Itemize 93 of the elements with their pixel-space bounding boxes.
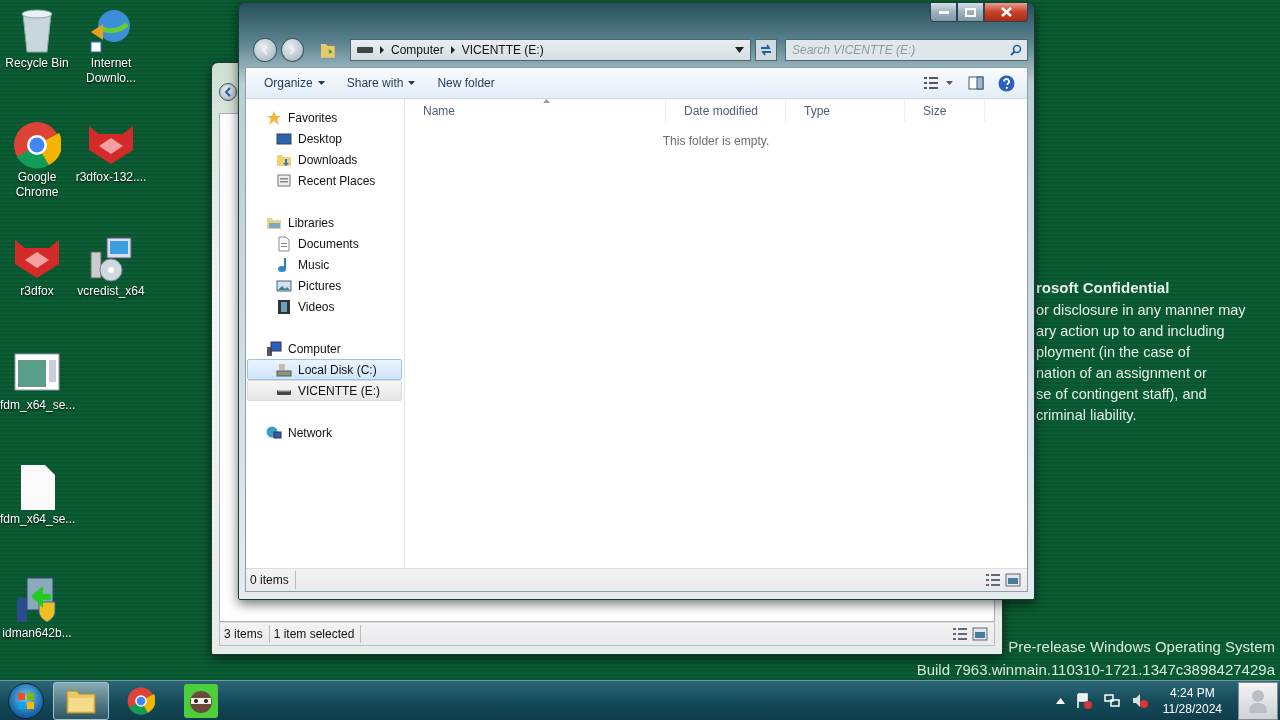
search-field[interactable]: Search VICENTTE (E:) (785, 39, 1028, 61)
command-button[interactable]: Organize (256, 72, 333, 94)
notice-line: or disclosure in any manner may (1036, 301, 1246, 320)
minimize-button[interactable] (930, 3, 957, 22)
chevron-icon (449, 46, 456, 54)
nav-item[interactable]: VICENTTE (E:) (247, 380, 402, 401)
desktop-shortcut[interactable]: r3dfox (0, 234, 74, 348)
nav-item[interactable]: Pictures (247, 275, 402, 296)
details-view-icon (985, 573, 1001, 587)
desktop-shortcut[interactable]: r3dfox-132.... (74, 120, 148, 234)
nav-item[interactable]: Computer (247, 338, 402, 359)
help-icon[interactable] (998, 74, 1015, 92)
command-button[interactable]: New folder (429, 72, 503, 94)
windows-logo-icon (17, 692, 35, 710)
drive-icon (277, 390, 291, 395)
notice-line: criminal liability. (1036, 406, 1138, 425)
back-button[interactable] (219, 83, 237, 101)
nav-item[interactable]: Recent Places (247, 170, 402, 191)
refresh-button[interactable] (755, 39, 777, 61)
thumbnail-view-icon (972, 627, 988, 641)
status-text: 3 items (220, 625, 270, 643)
start-button[interactable] (8, 683, 44, 719)
back-button[interactable] (253, 38, 277, 62)
desktop-shortcut[interactable]: idman642b... (0, 576, 74, 680)
raccoon-icon (184, 684, 218, 718)
close-button[interactable] (984, 3, 1028, 22)
nav-item[interactable]: Downloads (247, 149, 402, 170)
desktop-shortcut[interactable]: Google Chrome (0, 120, 74, 234)
forward-button[interactable] (280, 38, 305, 62)
notice-line: se of contingent staff), and (1036, 385, 1208, 404)
user-icon[interactable] (1238, 682, 1278, 720)
star-icon (266, 109, 282, 126)
taskbar-app-button[interactable] (53, 682, 109, 720)
nav-item[interactable]: Music (247, 254, 402, 275)
monitor-icon (276, 130, 292, 147)
column-header[interactable]: Date modified (666, 100, 786, 122)
column-header[interactable]: Type (786, 100, 905, 122)
nav-item[interactable]: Favorites (247, 107, 402, 128)
nav-item[interactable]: Videos (247, 296, 402, 317)
image-icon (276, 277, 292, 294)
search-icon (1010, 44, 1022, 56)
dropdown-icon (735, 47, 745, 53)
empty-folder-message: This folder is empty. (662, 134, 770, 148)
network-icon[interactable] (1102, 692, 1121, 710)
desktop-shortcut[interactable]: Internet Downlo... (74, 6, 148, 120)
close-icon (1000, 7, 1012, 17)
column-header[interactable]: Size (905, 100, 985, 122)
desktop-shortcut[interactable]: vcredist_x64 (74, 234, 148, 348)
installer-icon (87, 234, 135, 284)
maximize-button[interactable] (957, 3, 984, 22)
status-text: 1 item selected (269, 625, 362, 643)
network-icon (266, 424, 282, 441)
chrome-icon (13, 120, 61, 170)
desktop-shortcut[interactable]: fdm_x64_se... (0, 462, 74, 576)
speaker-icon[interactable] (1130, 692, 1149, 710)
view-options-icon[interactable] (924, 77, 954, 89)
notice-line: ployment (in the case of (1036, 343, 1191, 362)
folder-icon (66, 688, 96, 714)
breadcrumb-item[interactable]: VICENTTE (E:) (461, 43, 544, 57)
drive-icon (357, 46, 373, 54)
notice-title: rosoft Confidential (1036, 278, 1171, 297)
minimize-icon (938, 10, 949, 14)
refresh-icon (759, 44, 774, 56)
nav-item[interactable]: Local Disk (C:) (247, 359, 402, 380)
nav-item[interactable]: Libraries (247, 212, 402, 233)
window-icon (276, 172, 292, 189)
flag-icon[interactable] (1074, 692, 1093, 710)
maximize-icon (965, 7, 976, 17)
details-view-icon (952, 627, 968, 641)
notice-line: ary action up to and including (1036, 322, 1226, 341)
document-icon (276, 235, 292, 252)
computer-icon (266, 340, 282, 357)
show-hidden-icons-icon[interactable] (1055, 698, 1065, 704)
status-text: 0 items (246, 571, 296, 589)
edition-text: Pre-release Windows Operating System (1008, 637, 1275, 657)
desktop-shortcut[interactable]: fdm_x64_se... (0, 348, 74, 462)
folder-icon (320, 41, 336, 59)
build-text: Build 7963.winmain.110310-1721.1347c3898427429a (916, 660, 1275, 680)
film-icon (276, 298, 292, 315)
nav-item[interactable]: Documents (247, 233, 402, 254)
chevron-icon (379, 46, 385, 54)
preview-pane-icon[interactable] (968, 76, 984, 90)
address-bar[interactable]: Computer VICENTTE (E:) (350, 39, 752, 61)
desktop-shortcut[interactable]: Recycle Bin (0, 6, 74, 120)
nav-item[interactable]: Network (247, 422, 402, 443)
hard-drive-icon (276, 361, 292, 378)
thumbnail-view-icon (1005, 573, 1021, 587)
nav-item[interactable]: Desktop (247, 128, 402, 149)
breadcrumb-item[interactable]: Computer (391, 43, 444, 57)
notice-line: nation of an assignment or (1036, 364, 1208, 383)
command-button[interactable]: Share with (338, 72, 424, 94)
clock[interactable]: 4:24 PM 11/28/2024 (1162, 685, 1222, 717)
chrome-icon (127, 687, 155, 715)
